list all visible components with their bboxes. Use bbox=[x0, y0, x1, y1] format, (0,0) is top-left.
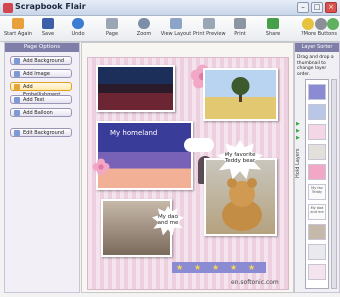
layer-thumbnail[interactable] bbox=[308, 144, 326, 160]
magnifier-icon bbox=[138, 18, 150, 29]
page-label: Page bbox=[105, 31, 119, 37]
app-logo-icon bbox=[3, 3, 13, 13]
layer-dad-text: My dad and me bbox=[310, 206, 324, 214]
edit-background-icon bbox=[14, 130, 20, 136]
layer-thumbnail[interactable] bbox=[308, 104, 326, 120]
layer-thumbnail[interactable]: My dad and me bbox=[308, 204, 326, 220]
share-label: Share bbox=[265, 31, 281, 37]
add-text-label: Add Text bbox=[23, 97, 45, 103]
more-buttons-link[interactable]: ?More Buttons bbox=[301, 31, 337, 37]
start-again-button[interactable]: Start Again bbox=[2, 18, 34, 42]
photo-crowd-night[interactable] bbox=[96, 65, 175, 112]
add-image-button[interactable]: Add Image bbox=[10, 69, 72, 78]
image-icon bbox=[14, 71, 20, 77]
layer-thumbnail[interactable] bbox=[308, 264, 326, 280]
layer-thumbnail[interactable] bbox=[308, 244, 326, 260]
add-balloon-button[interactable]: Add Balloon bbox=[10, 108, 72, 117]
star-icon: ★ bbox=[176, 263, 184, 272]
maximize-button[interactable]: □ bbox=[311, 2, 323, 13]
layer-arrows: ▶ ▶ ▶ bbox=[296, 121, 304, 142]
tree-graphic bbox=[231, 77, 250, 102]
layer-thumbnail[interactable] bbox=[308, 124, 326, 140]
page-icon bbox=[106, 18, 118, 29]
bulb-icon[interactable] bbox=[302, 18, 314, 30]
layout-icon bbox=[170, 18, 182, 29]
page-options-title: Page Options bbox=[5, 43, 79, 52]
photo-field-tree[interactable] bbox=[203, 68, 278, 121]
small-flower-embellishment[interactable] bbox=[92, 158, 110, 176]
photo-homeland-sky[interactable]: My homeland bbox=[96, 121, 193, 190]
hold-layers-label: Hold Layers bbox=[295, 148, 301, 178]
stars-ribbon-embellishment[interactable]: ★ ★ ★ ★ ★ bbox=[172, 262, 266, 273]
layer-thumbnail-list: My fav Teddy My dad and me bbox=[305, 79, 329, 289]
homeland-caption: My homeland bbox=[110, 129, 158, 137]
star-icon: ★ bbox=[194, 263, 202, 272]
layer-sorter-panel: Layer Sorter Drag and drop a thumbnail t… bbox=[294, 42, 340, 293]
arrow-up-icon[interactable]: ▶ bbox=[296, 128, 304, 135]
scrapbook-page[interactable]: My homeland My favorite Teddy bear My da… bbox=[87, 57, 289, 290]
star-icon: ★ bbox=[248, 263, 256, 272]
star-icon: ★ bbox=[230, 263, 238, 272]
layer-thumbnail[interactable]: My fav Teddy bbox=[308, 184, 326, 200]
save-button[interactable]: Save bbox=[32, 18, 64, 42]
add-balloon-label: Add Balloon bbox=[23, 110, 53, 116]
watermark-text: en.softonic.com bbox=[231, 279, 279, 286]
zoom-label: Zoom bbox=[136, 31, 152, 37]
page-options-panel: Page Options Add Background Add Image Ad… bbox=[4, 42, 80, 293]
zoom-button[interactable]: Zoom bbox=[128, 18, 160, 42]
layer-teddy-text: My fav Teddy bbox=[311, 186, 323, 194]
add-background-button[interactable]: Add Background bbox=[10, 56, 72, 65]
window-title: Scrapbook Flair bbox=[15, 2, 86, 11]
print-preview-label: Print Preview bbox=[193, 31, 226, 37]
cloud-embellishment[interactable] bbox=[184, 138, 214, 152]
printer-icon bbox=[234, 18, 246, 29]
print-preview-button[interactable]: Print Preview bbox=[193, 18, 226, 42]
window-controls: – □ × bbox=[297, 2, 337, 13]
layer-thumbnail[interactable] bbox=[308, 224, 326, 240]
print-button[interactable]: Print bbox=[224, 18, 256, 42]
teddy-caption: My favorite Teddy bear bbox=[224, 152, 256, 164]
embellishment-icon bbox=[14, 84, 20, 90]
print-label: Print bbox=[234, 31, 246, 37]
edit-background-button[interactable]: Edit Background bbox=[10, 128, 72, 137]
add-image-label: Add Image bbox=[23, 71, 50, 77]
floppy-icon bbox=[42, 18, 54, 29]
add-embellishment-button[interactable]: Add Embellishment bbox=[10, 82, 72, 98]
close-button[interactable]: × bbox=[325, 2, 337, 13]
share-icon bbox=[267, 18, 279, 29]
edit-background-label: Edit Background bbox=[23, 130, 65, 136]
text-icon bbox=[14, 97, 20, 103]
info-icon[interactable] bbox=[315, 18, 327, 30]
arrow-up-icon[interactable]: ▶ bbox=[296, 135, 304, 142]
layer-thumbnail[interactable] bbox=[308, 84, 326, 100]
arrow-up-icon[interactable]: ▶ bbox=[296, 121, 304, 128]
undo-label: Undo bbox=[71, 31, 85, 37]
house-icon bbox=[12, 18, 24, 29]
start-again-label: Start Again bbox=[3, 31, 33, 37]
undo-arrow-icon bbox=[72, 18, 84, 29]
layer-scrollbar[interactable] bbox=[331, 79, 337, 289]
view-layout-label: View Layout bbox=[160, 31, 192, 37]
undo-button[interactable]: Undo bbox=[62, 18, 94, 42]
layer-sorter-title: Layer Sorter bbox=[295, 43, 339, 52]
print-preview-icon bbox=[203, 18, 215, 29]
add-background-label: Add Background bbox=[23, 58, 65, 64]
save-label: Save bbox=[41, 31, 55, 37]
layer-thumbnail[interactable] bbox=[308, 164, 326, 180]
minimize-button[interactable]: – bbox=[297, 2, 309, 13]
page-button[interactable]: Page bbox=[96, 18, 128, 42]
view-layout-button[interactable]: View Layout bbox=[160, 18, 192, 42]
share-button[interactable]: Share bbox=[257, 18, 289, 42]
canvas-area: My homeland My favorite Teddy bear My da… bbox=[81, 42, 294, 293]
title-bar: Scrapbook Flair – □ × bbox=[0, 0, 340, 16]
add-text-button[interactable]: Add Text bbox=[10, 95, 72, 104]
star-icon: ★ bbox=[212, 263, 220, 272]
layer-sorter-instructions: Drag and drop a thumbnail to change laye… bbox=[297, 55, 334, 77]
dad-caption: My dad and me bbox=[157, 214, 179, 226]
main-toolbar: Start Again Save Undo Page Zoom View Lay… bbox=[0, 16, 340, 42]
help-icon[interactable] bbox=[327, 18, 339, 30]
background-icon bbox=[14, 58, 20, 64]
balloon-icon bbox=[14, 110, 20, 116]
